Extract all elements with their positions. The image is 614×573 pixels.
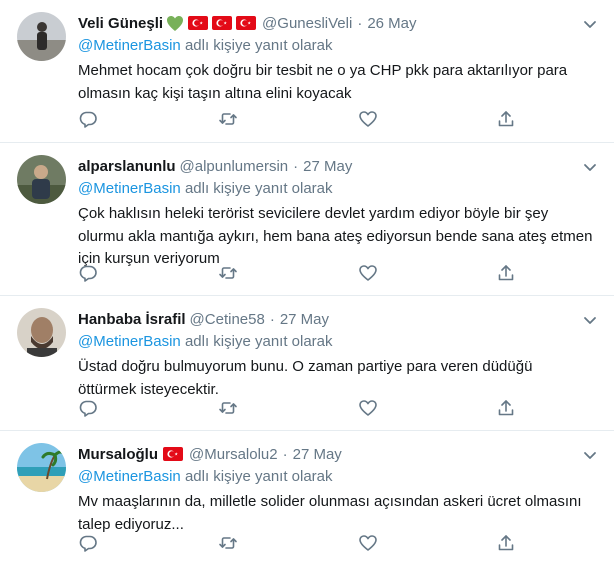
tweet-header: Veli Güneşli @GunesliVeli · 26 May <box>78 12 574 34</box>
separator-dot: · <box>269 310 275 328</box>
avatar[interactable] <box>17 443 66 492</box>
turkish-flag-icon <box>236 16 257 30</box>
display-name[interactable]: alparslanunlu <box>78 158 176 175</box>
tweet[interactable]: alparslanunlu @alpunlumersin · 27 May @M… <box>0 143 614 296</box>
retweet-icon[interactable] <box>218 398 238 418</box>
retweet-icon[interactable] <box>218 263 238 283</box>
tweet[interactable]: Hanbaba İsrafil @Cetine58 · 27 May @Meti… <box>0 296 614 431</box>
reply-context-label: adlı kişiye yanıt olarak <box>184 37 333 54</box>
tweet-header: Mursaloğlu @Mursalolu2 · 27 May <box>78 443 574 465</box>
separator-dot: · <box>357 14 363 32</box>
reply-context-label: adlı kişiye yanıt olarak <box>184 180 333 197</box>
avatar[interactable] <box>17 308 66 357</box>
tweet-actions <box>78 533 514 553</box>
turkish-flag-icon <box>212 16 233 30</box>
user-handle[interactable]: @GunesliVeli <box>262 15 352 32</box>
turkish-flag-icon <box>163 447 184 461</box>
reply-context-label: adlı kişiye yanıt olarak <box>184 468 333 485</box>
share-icon[interactable] <box>496 398 516 418</box>
chevron-down-icon[interactable] <box>580 14 600 34</box>
retweet-icon[interactable] <box>218 533 238 553</box>
heart-icon[interactable] <box>358 109 378 129</box>
green-heart-icon <box>166 15 184 32</box>
heart-icon[interactable] <box>358 398 378 418</box>
tweet-actions <box>78 398 514 418</box>
reply-mention-link[interactable]: @MetinerBasin <box>78 37 181 54</box>
display-name[interactable]: Veli Güneşli <box>78 15 163 32</box>
reply-icon[interactable] <box>78 109 98 129</box>
tweet-text: Üstad doğru bulmuyorum bunu. O zaman par… <box>78 358 533 398</box>
display-name[interactable]: Mursaloğlu <box>78 446 158 463</box>
tweet-text: Mehmet hocam çok doğru bir tesbit ne o y… <box>78 62 568 102</box>
tweet-text: Mv maaşlarının da, milletle solider olun… <box>78 493 582 533</box>
avatar[interactable] <box>17 155 66 204</box>
tweet[interactable]: Mursaloğlu @Mursalolu2 · 27 May @Metiner… <box>0 431 614 573</box>
tweet[interactable]: Veli Güneşli @GunesliVeli · 26 May @Meti… <box>0 0 614 143</box>
tweet-header: alparslanunlu @alpunlumersin · 27 May <box>78 155 574 177</box>
display-name[interactable]: Hanbaba İsrafil <box>78 311 186 328</box>
tweet-date[interactable]: 27 May <box>280 311 329 328</box>
turkish-flag-icon <box>188 16 209 30</box>
tweet-header: Hanbaba İsrafil @Cetine58 · 27 May <box>78 308 574 330</box>
reply-icon[interactable] <box>78 263 98 283</box>
reply-icon[interactable] <box>78 533 98 553</box>
share-icon[interactable] <box>496 263 516 283</box>
reply-context: @MetinerBasin adlı kişiye yanıt olarak <box>78 333 333 350</box>
share-icon[interactable] <box>496 533 516 553</box>
separator-dot: · <box>282 445 288 463</box>
reply-context: @MetinerBasin adlı kişiye yanıt olarak <box>78 468 333 485</box>
share-icon[interactable] <box>496 109 516 129</box>
reply-context: @MetinerBasin adlı kişiye yanıt olarak <box>78 37 333 54</box>
reply-mention-link[interactable]: @MetinerBasin <box>78 180 181 197</box>
tweet-date[interactable]: 27 May <box>293 446 342 463</box>
heart-icon[interactable] <box>358 263 378 283</box>
tweet-actions <box>78 109 514 129</box>
heart-icon[interactable] <box>358 533 378 553</box>
chevron-down-icon[interactable] <box>580 157 600 177</box>
avatar[interactable] <box>17 12 66 61</box>
tweet-text: Çok haklısın heleki terörist sevicilere … <box>78 205 593 267</box>
user-handle[interactable]: @Cetine58 <box>190 311 265 328</box>
reply-mention-link[interactable]: @MetinerBasin <box>78 468 181 485</box>
separator-dot: · <box>293 157 299 175</box>
tweet-date[interactable]: 27 May <box>303 158 352 175</box>
user-handle[interactable]: @Mursalolu2 <box>189 446 278 463</box>
tweet-actions <box>78 263 514 283</box>
reply-context: @MetinerBasin adlı kişiye yanıt olarak <box>78 180 333 197</box>
reply-icon[interactable] <box>78 398 98 418</box>
chevron-down-icon[interactable] <box>580 445 600 465</box>
tweet-date[interactable]: 26 May <box>367 15 416 32</box>
chevron-down-icon[interactable] <box>580 310 600 330</box>
reply-context-label: adlı kişiye yanıt olarak <box>184 333 333 350</box>
retweet-icon[interactable] <box>218 109 238 129</box>
reply-mention-link[interactable]: @MetinerBasin <box>78 333 181 350</box>
user-handle[interactable]: @alpunlumersin <box>180 158 289 175</box>
